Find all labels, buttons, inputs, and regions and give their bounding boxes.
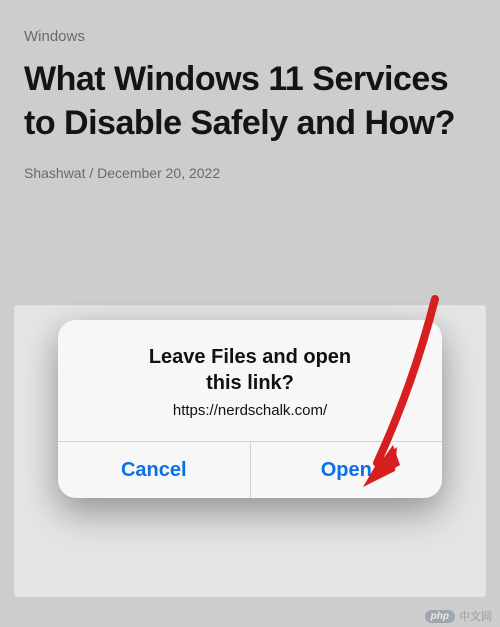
confirm-dialog: Leave Files and open this link? https://… xyxy=(58,320,442,498)
open-button[interactable]: Open xyxy=(250,442,443,498)
article-author: Shashwat xyxy=(24,165,85,181)
article-date: December 20, 2022 xyxy=(97,165,220,181)
article-title: What Windows 11 Services to Disable Safe… xyxy=(24,57,476,145)
dialog-url: https://nerdschalk.com/ xyxy=(78,402,422,419)
article-category: Windows xyxy=(24,28,476,45)
watermark-badge: php xyxy=(425,610,455,623)
cancel-button[interactable]: Cancel xyxy=(58,442,250,498)
watermark: php 中文网 xyxy=(425,608,492,624)
dialog-title: Leave Files and open this link? xyxy=(78,344,422,396)
watermark-text: 中文网 xyxy=(459,608,492,624)
dialog-buttons: Cancel Open xyxy=(58,441,442,498)
dialog-body: Leave Files and open this link? https://… xyxy=(58,320,442,441)
article-meta: Shashwat / December 20, 2022 xyxy=(24,165,476,181)
